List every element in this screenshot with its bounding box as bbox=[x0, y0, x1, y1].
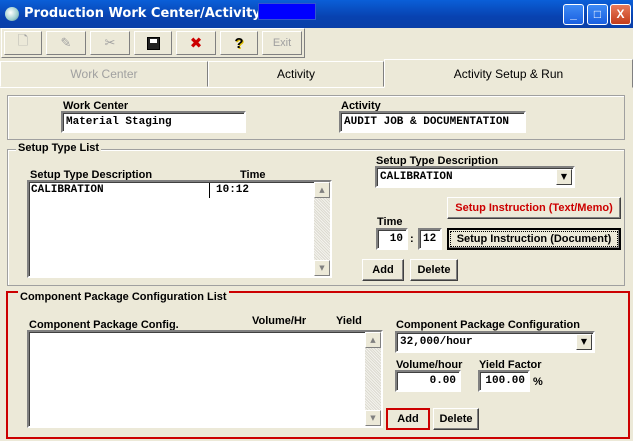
tab-strip: Work Center Activity Activity Setup & Ru… bbox=[0, 59, 633, 88]
scroll-up-icon[interactable]: ▲ bbox=[314, 182, 330, 198]
component-delete-button[interactable]: Delete bbox=[433, 408, 479, 430]
component-config-list[interactable]: ▲ ▼ bbox=[27, 330, 383, 428]
exit-button[interactable]: Exit bbox=[262, 31, 302, 55]
delete-icon: ✖ bbox=[189, 34, 203, 52]
work-center-field[interactable]: Material Staging bbox=[61, 111, 246, 133]
component-config-label: Component Package Configuration bbox=[396, 319, 580, 331]
minimize-button[interactable]: _ bbox=[563, 4, 584, 25]
activity-field[interactable]: AUDIT JOB & DOCUMENTATION bbox=[339, 111, 526, 133]
scroll-down-icon[interactable]: ▼ bbox=[314, 260, 330, 276]
setup-row-description[interactable]: CALIBRATION bbox=[31, 184, 104, 196]
volume-hour-field[interactable]: 0.00 bbox=[395, 370, 461, 392]
help-button[interactable]: ? bbox=[220, 31, 258, 55]
chevron-down-icon[interactable]: ▼ bbox=[576, 334, 592, 350]
setup-instruction-document-button[interactable]: Setup Instruction (Document) bbox=[447, 228, 621, 250]
scroll-up-icon[interactable]: ▲ bbox=[365, 332, 381, 348]
tab-activity-setup-run[interactable]: Activity Setup & Run bbox=[384, 59, 633, 88]
maximize-button[interactable]: □ bbox=[587, 4, 608, 25]
new-button[interactable]: 🗋 bbox=[4, 31, 42, 55]
cut-button[interactable]: ✂ bbox=[90, 31, 130, 55]
edit-icon: ✎ bbox=[60, 35, 72, 51]
app-icon bbox=[5, 7, 19, 21]
new-icon: 🗋 bbox=[17, 34, 29, 49]
setup-instruction-text-button[interactable]: Setup Instruction (Text/Memo) bbox=[447, 197, 621, 219]
save-button[interactable] bbox=[134, 31, 172, 55]
time-hours-field[interactable]: 10 bbox=[376, 228, 408, 250]
component-group-title: Component Package Configuration List bbox=[18, 291, 229, 303]
cut-icon: ✂ bbox=[104, 35, 116, 51]
time-label: Time bbox=[377, 216, 403, 228]
edit-button[interactable]: ✎ bbox=[46, 31, 86, 55]
component-add-button[interactable]: Add bbox=[386, 408, 430, 430]
component-config-combo[interactable]: 32,000/hour ▼ bbox=[395, 331, 595, 353]
column-divider bbox=[209, 183, 210, 198]
title-color-swatch bbox=[258, 3, 316, 20]
scroll-down-icon[interactable]: ▼ bbox=[365, 410, 381, 426]
close-button[interactable]: X bbox=[610, 4, 631, 25]
save-icon bbox=[146, 36, 160, 50]
tab-activity[interactable]: Activity bbox=[208, 61, 384, 87]
chevron-down-icon[interactable]: ▼ bbox=[556, 169, 572, 185]
tab-work-center[interactable]: Work Center bbox=[0, 61, 208, 87]
component-col-volume: Volume/Hr bbox=[252, 315, 307, 327]
time-minutes-field[interactable]: 12 bbox=[418, 228, 442, 250]
yield-percent-label: % bbox=[533, 376, 543, 388]
help-icon: ? bbox=[234, 34, 244, 52]
yield-factor-field[interactable]: 100.00 bbox=[478, 370, 530, 392]
time-separator: : bbox=[410, 233, 414, 245]
setup-add-button[interactable]: Add bbox=[362, 259, 404, 281]
setup-desc-value: CALIBRATION bbox=[380, 171, 453, 183]
title-bar: Production Work Center/Activity Setup _ … bbox=[0, 0, 633, 28]
setup-type-group-title: Setup Type List bbox=[16, 142, 102, 154]
toolbar: 🗋 ✎ ✂ ✖ ? Exit bbox=[1, 28, 305, 58]
component-col-yield: Yield bbox=[336, 315, 362, 327]
setup-delete-button[interactable]: Delete bbox=[410, 259, 458, 281]
setup-type-list[interactable]: CALIBRATION 10:12 ▲ ▼ bbox=[27, 180, 332, 278]
setup-list-scrollbar[interactable]: ▲ ▼ bbox=[314, 182, 330, 276]
component-list-scrollbar[interactable]: ▲ ▼ bbox=[365, 332, 381, 426]
component-config-value: 32,000/hour bbox=[400, 336, 473, 348]
delete-button[interactable]: ✖ bbox=[176, 31, 216, 55]
setup-row-time[interactable]: 10:12 bbox=[216, 184, 249, 196]
setup-desc-combo[interactable]: CALIBRATION ▼ bbox=[375, 166, 575, 188]
